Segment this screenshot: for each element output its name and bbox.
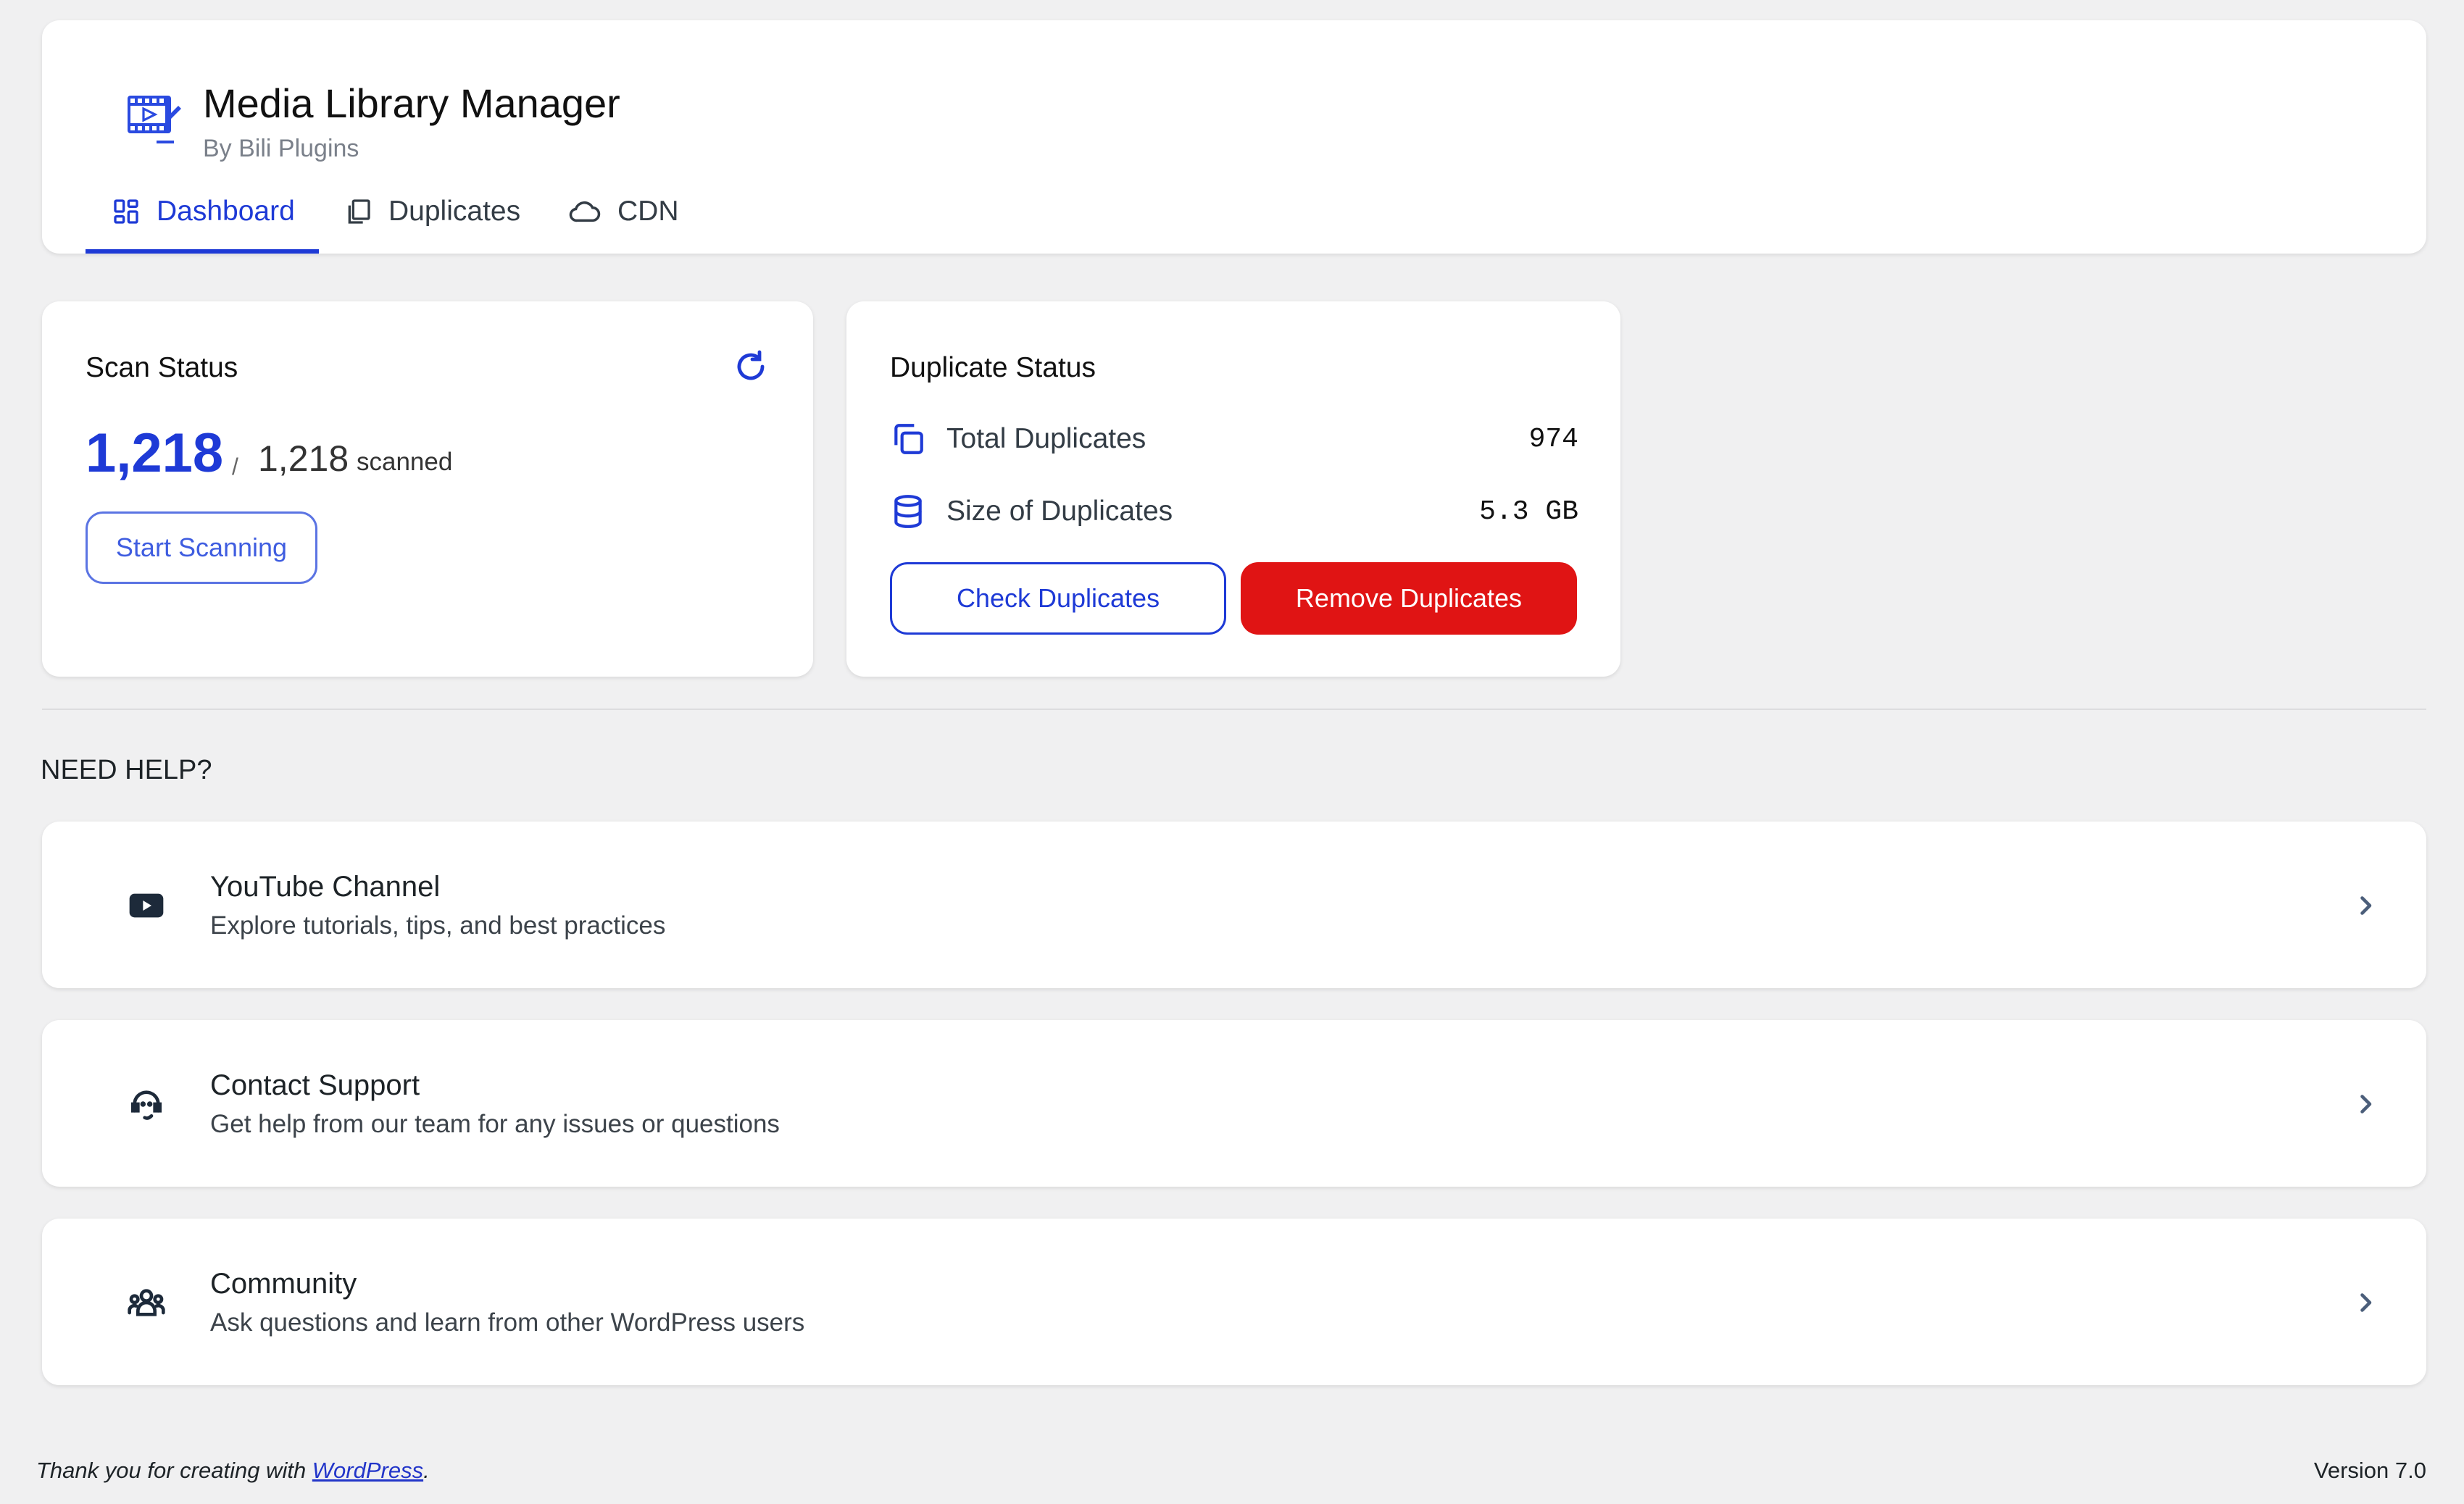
duplicate-status-card: Duplicate Status Total Duplicates 974 Si… bbox=[846, 301, 1620, 677]
start-scanning-button[interactable]: Start Scanning bbox=[86, 511, 317, 584]
footer-text: Thank you for creating with bbox=[36, 1458, 312, 1483]
section-divider bbox=[42, 709, 2426, 710]
dashboard-grid-icon bbox=[114, 199, 138, 224]
chevron-right-icon bbox=[2360, 1293, 2372, 1312]
copy-icon bbox=[348, 199, 370, 224]
youtube-icon bbox=[129, 893, 164, 918]
active-tab-indicator bbox=[86, 249, 319, 254]
total-count: 1,218 bbox=[258, 438, 349, 479]
app-subtitle: By Bili Plugins bbox=[203, 135, 359, 162]
tab-label: Dashboard bbox=[157, 196, 295, 227]
help-item-title: Community bbox=[210, 1268, 357, 1300]
help-item-description: Ask questions and learn from other WordP… bbox=[210, 1308, 805, 1337]
total-duplicates-label: Total Duplicates bbox=[946, 423, 1146, 454]
scanned-label: scanned bbox=[357, 448, 453, 476]
tab-duplicates[interactable]: Duplicates bbox=[344, 190, 520, 233]
page: Media Library Manager By Bili Plugins Da… bbox=[0, 0, 2464, 1504]
help-item-title: YouTube Channel bbox=[210, 871, 441, 903]
total-duplicates-row: Total Duplicates 974 bbox=[890, 417, 1578, 461]
help-item-description: Explore tutorials, tips, and best practi… bbox=[210, 911, 666, 940]
remove-duplicates-button[interactable]: Remove Duplicates bbox=[1241, 562, 1577, 635]
help-heading: NEED HELP? bbox=[41, 755, 212, 785]
footer-version: Version 7.0 bbox=[2313, 1458, 2426, 1483]
footer-credit: Thank you for creating with WordPress. bbox=[36, 1458, 430, 1484]
copy-icon bbox=[894, 424, 923, 454]
tab-label: Duplicates bbox=[388, 196, 521, 227]
duplicate-status-title: Duplicate Status bbox=[890, 352, 1096, 383]
count-separator: / bbox=[232, 454, 238, 480]
check-duplicates-button[interactable]: Check Duplicates bbox=[890, 562, 1226, 635]
scanned-count: 1,218 bbox=[86, 422, 224, 484]
total-duplicates-value: 974 bbox=[1528, 423, 1578, 455]
help-item-community[interactable]: Community Ask questions and learn from o… bbox=[42, 1219, 2426, 1385]
help-item-title: Contact Support bbox=[210, 1069, 420, 1101]
help-item-support[interactable]: Contact Support Get help from our team f… bbox=[42, 1020, 2426, 1187]
scan-status-title: Scan Status bbox=[86, 352, 238, 383]
database-icon bbox=[894, 495, 922, 528]
app-title: Media Library Manager bbox=[203, 80, 620, 126]
size-duplicates-row: Size of Duplicates 5.3 GB bbox=[890, 490, 1578, 533]
chevron-right-icon bbox=[2360, 896, 2372, 915]
scan-status-card: Scan Status 1,218 / 1,218 scanned Start … bbox=[42, 301, 813, 677]
users-group-icon bbox=[128, 1289, 165, 1316]
refresh-icon[interactable] bbox=[733, 349, 768, 384]
media-film-edit-icon bbox=[128, 96, 181, 143]
tab-label: CDN bbox=[617, 196, 679, 227]
help-item-youtube[interactable]: YouTube Channel Explore tutorials, tips,… bbox=[42, 822, 2426, 988]
footer-period: . bbox=[423, 1458, 430, 1483]
tab-dashboard[interactable]: Dashboard bbox=[112, 190, 295, 233]
cloud-icon bbox=[569, 201, 601, 222]
help-item-description: Get help from our team for any issues or… bbox=[210, 1110, 780, 1138]
wordpress-link[interactable]: WordPress bbox=[312, 1458, 423, 1483]
size-duplicates-label: Size of Duplicates bbox=[946, 496, 1173, 527]
size-duplicates-value: 5.3 GB bbox=[1479, 496, 1578, 527]
chevron-right-icon bbox=[2360, 1095, 2372, 1114]
tab-cdn[interactable]: CDN bbox=[568, 190, 679, 233]
headset-icon bbox=[131, 1090, 162, 1120]
